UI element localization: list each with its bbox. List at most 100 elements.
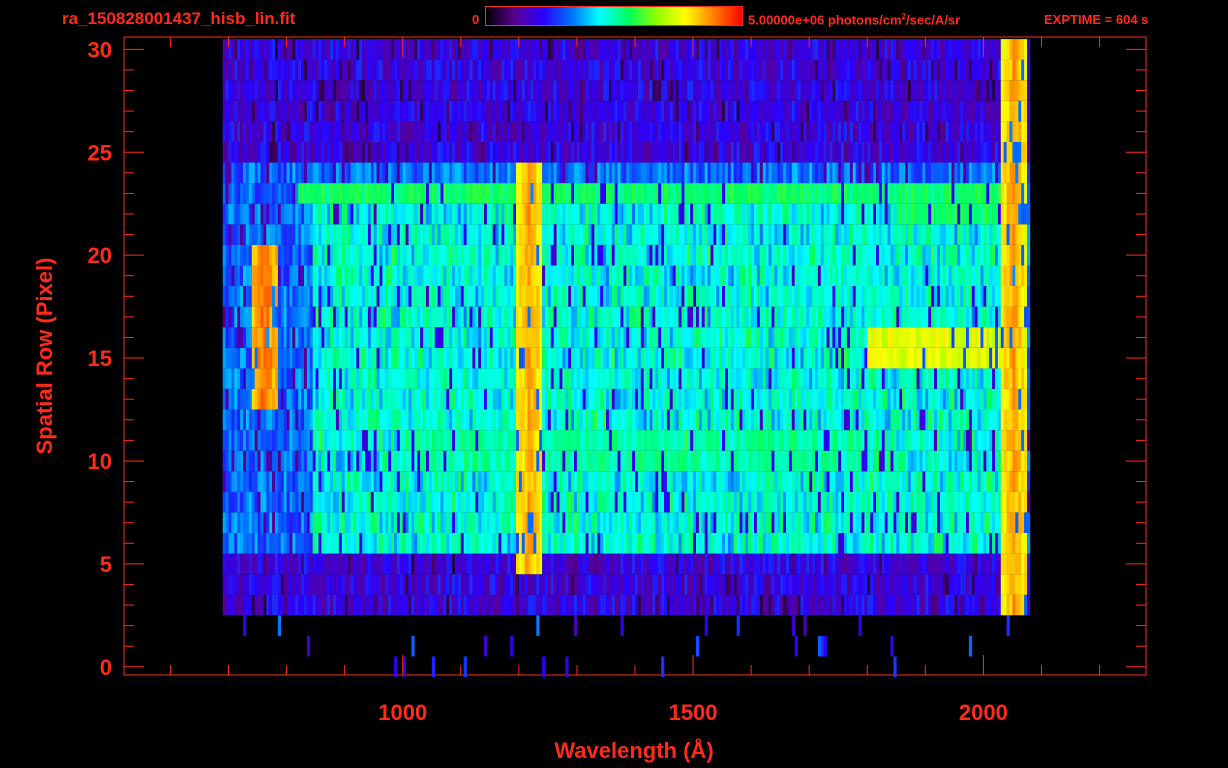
heatmap-cell [356,244,360,266]
heatmap-cell [934,471,938,492]
heatmap-cell [727,327,732,348]
heatmap-cell [774,388,778,410]
heatmap-cell [1012,430,1016,451]
heatmap-cell [823,388,827,410]
heatmap-cell [710,594,714,616]
heatmap-cell [257,553,261,575]
heatmap-cell [713,368,717,389]
heatmap-cell [347,347,351,369]
heatmap-cell [684,244,688,266]
heatmap-cell [887,368,891,389]
heatmap-cell [1018,471,1022,492]
heatmap-cell [417,306,421,328]
heatmap-cell [510,533,514,554]
heatmap-cell [707,265,711,286]
heatmap-cell [269,388,273,410]
heatmap-cell [698,409,703,431]
heatmap-cell [446,594,450,616]
heatmap-cell [365,306,369,328]
heatmap-cell [359,409,363,431]
heatmap-cell [600,286,604,307]
heatmap-cell [759,388,763,410]
heatmap-cell [707,533,711,554]
heatmap-cell [707,430,711,451]
heatmap-cell [527,347,531,369]
heatmap-cell [646,347,650,369]
heatmap-cell [997,327,1002,348]
heatmap-cell [725,388,729,410]
heatmap-cell [754,574,758,595]
heatmap-cell [730,244,734,266]
heatmap-cell [722,430,726,451]
heatmap-cell [809,471,813,492]
heatmap-cell [907,471,912,492]
heatmap-cell [542,471,546,492]
heatmap-cell [681,471,685,492]
heatmap-cell [701,306,705,328]
heatmap-cell [629,286,633,307]
heatmap-cell [463,594,467,616]
heatmap-cell [812,306,816,328]
heatmap-cell [858,265,862,286]
heatmap-cell [658,450,662,472]
heatmap-cell [1027,491,1031,513]
heatmap-cell [980,491,984,513]
heatmap-cell [547,347,552,369]
heatmap-cell [562,306,566,328]
heatmap-cell [902,533,906,554]
heatmap-cell [905,512,909,533]
heatmap-cell [745,574,749,595]
heatmap-cell [870,409,874,431]
heatmap-cell [611,388,615,410]
heatmap-cell [794,265,798,286]
heatmap-cell [524,368,528,389]
heatmap-cell [434,512,438,533]
heatmap-cell [928,306,932,328]
heatmap-cell [974,533,978,554]
heatmap-cell [995,306,999,328]
heatmap-cell [765,491,769,513]
heatmap-cell [835,347,839,369]
heatmap-cell [1027,553,1031,575]
heatmap-cell [876,553,880,575]
heatmap-cell [873,491,877,513]
heatmap-cell [725,430,729,451]
heatmap-cell [356,265,360,286]
heatmap-cell [643,430,647,451]
heatmap-cell [876,327,880,348]
heatmap-cell [306,635,311,657]
heatmap-cell [948,594,952,616]
heatmap-cell [225,533,229,554]
heatmap-cell [245,347,250,369]
heatmap-cell [579,430,583,451]
heatmap-cell [478,512,482,533]
heatmap-cell [443,574,447,595]
heatmap-cell [428,533,433,554]
heatmap-cell [1003,450,1007,472]
heatmap-cell [588,533,592,554]
heatmap-cell [545,553,549,575]
heatmap-cell [786,347,790,369]
heatmap-cell [591,306,595,328]
heatmap-cell [399,347,403,369]
heatmap-cell [820,244,824,266]
heatmap-cell [887,265,891,286]
heatmap-cell [370,553,374,575]
heatmap-cell [545,409,549,431]
heatmap-cell [910,450,914,472]
heatmap-cell [1015,409,1019,431]
heatmap-cell [568,388,572,410]
heatmap-cell [693,244,697,266]
heatmap-cell [652,471,656,492]
heatmap-cell [603,491,607,513]
heatmap-cell [704,553,708,575]
heatmap-cell [606,244,610,266]
heatmap-cell [606,327,610,348]
heatmap-cell [1018,491,1022,513]
heatmap-cell [260,574,264,595]
heatmap-cell [501,533,505,554]
heatmap-cell [385,286,389,307]
heatmap-cell [510,347,514,369]
heatmap-cell [298,553,302,575]
heatmap-cell [661,450,665,472]
